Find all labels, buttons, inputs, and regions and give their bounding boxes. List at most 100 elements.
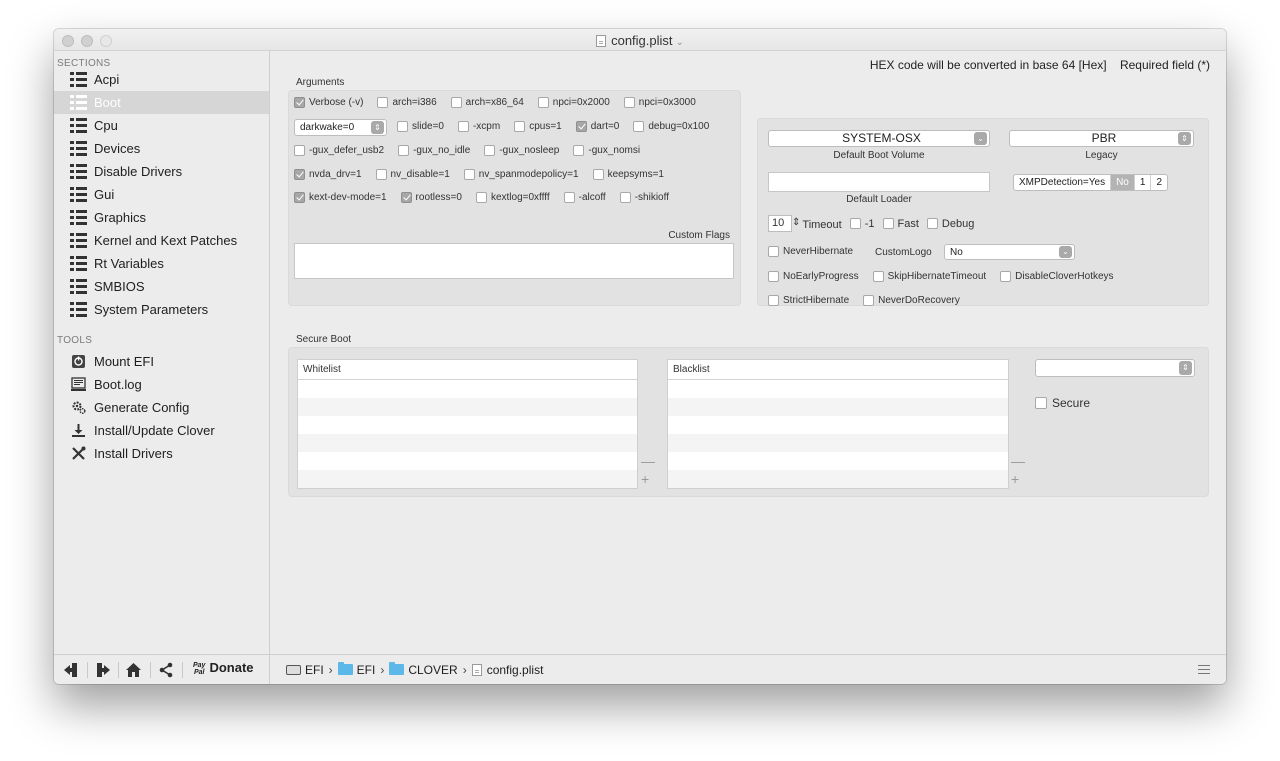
checkmark-icon (294, 97, 305, 108)
path-item-efi-volume[interactable]: EFI (286, 663, 324, 677)
arguments-row-3: -gux_defer_usb2 -gux_no_idle -gux_nosleep -… (294, 144, 654, 160)
share-icon[interactable] (158, 661, 174, 679)
whitelist-add-button[interactable]: + (641, 472, 649, 486)
sidebar-item-label: Kernel and Kext Patches (94, 233, 238, 248)
1-checkbox[interactable]: -1 (849, 217, 875, 231)
menu-lines-icon[interactable] (1198, 665, 1210, 674)
checkbox-box (514, 121, 526, 132)
path-item-config-plist[interactable]: config.plist (471, 663, 543, 677)
checkbox-box (377, 97, 389, 108)
rootless-0-checkbox[interactable]: rootless=0 (400, 191, 462, 205)
gux-defer-usb2-checkbox[interactable]: -gux_defer_usb2 (294, 144, 384, 158)
stricthibernate-checkbox[interactable]: StrictHibernate (768, 294, 849, 308)
kext-dev-mode-1-checkbox[interactable]: kext-dev-mode=1 (294, 191, 387, 205)
custom-flags-field[interactable] (294, 243, 734, 279)
whitelist-table[interactable]: Whitelist (297, 359, 638, 489)
nv-disable-1-checkbox[interactable]: nv_disable=1 (375, 168, 450, 182)
sidebar-item-generate-config[interactable]: Generate Config (54, 396, 269, 419)
list-icon (70, 72, 87, 87)
sidebar-item-graphics[interactable]: Graphics (54, 206, 269, 229)
sidebar-item-install-update-clover[interactable]: Install/Update Clover (54, 419, 269, 442)
window-title[interactable]: config.plist ⌄ (54, 33, 1226, 48)
darkwake-select[interactable]: darkwake=0 ⇕ (294, 119, 387, 136)
updown-arrows-icon: ⇕ (371, 121, 384, 134)
sidebar-item-mount-efi[interactable]: Mount EFI (54, 350, 269, 373)
home-icon[interactable] (125, 661, 142, 679)
legacy-select[interactable]: PBR ⇕ (1009, 130, 1194, 147)
timeout-stepper[interactable]: ⇕ (792, 215, 800, 231)
sidebar-item-cpu[interactable]: Cpu (54, 114, 269, 137)
nv-spanmodepolicy-1-checkbox[interactable]: nv_spanmodepolicy=1 (463, 168, 579, 182)
xmp-detection-control[interactable]: XMPDetection=Yes No 1 2 (1013, 174, 1168, 191)
blacklist-table[interactable]: Blacklist (667, 359, 1009, 489)
sidebar-item-label: Gui (94, 187, 115, 202)
debug-0x100-checkbox[interactable]: debug=0x100 (633, 120, 709, 134)
gux-nomsi-checkbox[interactable]: -gux_nomsi (573, 144, 640, 158)
cpus-1-checkbox[interactable]: cpus=1 (514, 120, 562, 134)
npci-0x2000-checkbox[interactable]: npci=0x2000 (537, 96, 610, 110)
fast-checkbox[interactable]: Fast (882, 217, 919, 231)
secure-boot-label: Secure Boot (296, 334, 352, 345)
timeout-field[interactable]: 10 (768, 215, 792, 232)
secure-checkbox[interactable]: Secure (1035, 396, 1090, 410)
sidebar-item-acpi[interactable]: Acpi (54, 68, 269, 91)
blacklist-remove-button[interactable]: — (1011, 454, 1025, 468)
donate-button[interactable]: Pay Pal Donate (193, 660, 254, 676)
sidebar-item-install-drivers[interactable]: Install Drivers (54, 442, 269, 465)
kextlog-0xffff-checkbox[interactable]: kextlog=0xffff (475, 191, 550, 205)
alcoff-checkbox[interactable]: -alcoff (563, 191, 606, 205)
default-boot-volume-select[interactable]: SYSTEM-OSX ⌄ (768, 130, 990, 147)
slide-0-checkbox[interactable]: slide=0 (397, 120, 444, 134)
dart-0-checkbox[interactable]: dart=0 (575, 120, 619, 134)
sidebar-item-boot[interactable]: Boot (54, 91, 269, 114)
xmp-detection-label[interactable]: XMPDetection=Yes (1014, 175, 1110, 190)
default-loader-field[interactable] (768, 172, 990, 192)
arch-x86-64-checkbox[interactable]: arch=x86_64 (450, 96, 524, 110)
sidebar-item-disable-drivers[interactable]: Disable Drivers (54, 160, 269, 183)
debug-checkbox[interactable]: Debug (926, 217, 974, 231)
sidebar-item-rt-variables[interactable]: Rt Variables (54, 252, 269, 275)
xcpm-checkbox[interactable]: -xcpm (457, 120, 500, 134)
sidebar-item-boot-log[interactable]: Boot.log (54, 373, 269, 396)
skiphibernatetimeout-checkbox[interactable]: SkipHibernateTimeout (872, 270, 986, 284)
table-row (298, 398, 637, 416)
table-row (668, 416, 1008, 434)
blacklist-add-button[interactable]: + (1011, 472, 1019, 486)
disablecloverhotkeys-checkbox[interactable]: DisableCloverHotkeys (1000, 270, 1114, 284)
document-icon (471, 664, 482, 676)
import-icon[interactable] (63, 661, 79, 679)
list-icon (70, 256, 87, 271)
arch-i386-checkbox[interactable]: arch=i386 (377, 96, 437, 110)
sidebar-item-system-parameters[interactable]: System Parameters (54, 298, 269, 321)
noearlyprogress-checkbox[interactable]: NoEarlyProgress (768, 270, 859, 284)
custom-logo-select[interactable]: No ⌄ (944, 244, 1075, 260)
secure-boot-policy-select[interactable]: ⇕ (1035, 359, 1195, 377)
xmp-option-2[interactable]: 2 (1150, 175, 1167, 190)
whitelist-remove-button[interactable]: — (641, 454, 655, 468)
sidebar-item-smbios[interactable]: SMBIOS (54, 275, 269, 298)
sidebar-item-kernel-and-kext-patches[interactable]: Kernel and Kext Patches (54, 229, 269, 252)
checkbox-box (537, 97, 549, 108)
never-hibernate-checkbox[interactable]: NeverHibernate (768, 245, 853, 259)
arguments-row-1: Verbose (-v) arch=i386 arch=x86_64 npci=0x2… (294, 96, 710, 112)
path-item-efi-folder[interactable]: EFI (337, 662, 375, 677)
sidebar-item-label: Rt Variables (94, 256, 164, 271)
checkbox-box (475, 192, 487, 203)
npci-0x3000-checkbox[interactable]: npci=0x3000 (623, 96, 696, 110)
path-item-clover-folder[interactable]: CLOVER (389, 662, 458, 677)
neverdorecovery-checkbox[interactable]: NeverDoRecovery (863, 294, 960, 308)
gux-no-idle-checkbox[interactable]: -gux_no_idle (398, 144, 470, 158)
sidebar-item-label: System Parameters (94, 302, 209, 317)
nvda-drv-1-checkbox[interactable]: nvda_drv=1 (294, 168, 362, 182)
export-icon[interactable] (95, 661, 111, 679)
sidebar-item-devices[interactable]: Devices (54, 137, 269, 160)
verbose-v-checkbox[interactable]: Verbose (-v) (294, 96, 363, 110)
sidebar-item-gui[interactable]: Gui (54, 183, 269, 206)
keepsyms-1-checkbox[interactable]: keepsyms=1 (592, 168, 664, 182)
xmp-option-1[interactable]: 1 (1133, 175, 1151, 190)
blacklist-header[interactable]: Blacklist (668, 360, 1008, 380)
whitelist-header[interactable]: Whitelist (298, 360, 637, 380)
xmp-option-no[interactable]: No (1110, 175, 1134, 190)
gux-nosleep-checkbox[interactable]: -gux_nosleep (484, 144, 559, 158)
shikioff-checkbox[interactable]: -shikioff (619, 191, 669, 205)
